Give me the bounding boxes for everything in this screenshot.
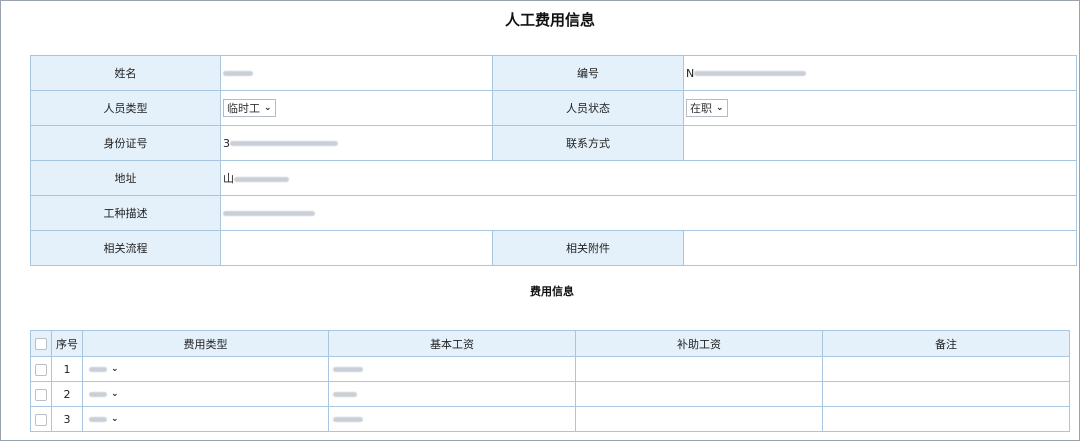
- row-checkbox[interactable]: [35, 363, 47, 376]
- fee-section-title: 费用信息: [530, 285, 574, 298]
- process-label: 相关流程: [30, 230, 221, 266]
- fee-type-cell: ⌄: [82, 381, 329, 407]
- chevron-down-icon: ⌄: [111, 414, 119, 424]
- redacted-number: [694, 71, 807, 76]
- id-prefix: 3: [223, 136, 230, 150]
- id-value: 3: [220, 125, 493, 161]
- row-select-cell: [30, 381, 52, 407]
- contact-value[interactable]: [683, 125, 1077, 161]
- personnel-type-select[interactable]: 临时工 ⌄: [223, 99, 276, 117]
- table-row: 1 ⌄: [30, 356, 1070, 382]
- col-header-basic-salary: 基本工资: [328, 330, 576, 357]
- fee-type-select[interactable]: ⌄: [87, 386, 121, 402]
- subsidy-cell[interactable]: [575, 356, 823, 382]
- page-title: 人工费用信息: [504, 11, 595, 29]
- basic-salary-cell[interactable]: [328, 356, 576, 382]
- fee-type-cell: ⌄: [82, 406, 329, 432]
- row-checkbox[interactable]: [35, 388, 47, 401]
- remark-cell[interactable]: [822, 381, 1070, 407]
- address-value: 山: [220, 160, 1077, 196]
- basic-salary-cell[interactable]: [328, 406, 576, 432]
- redacted-fee-type: [89, 366, 107, 372]
- col-header-no: 序号: [51, 330, 83, 357]
- id-label: 身份证号: [30, 125, 221, 161]
- subsidy-cell[interactable]: [575, 381, 823, 407]
- row-address: 地址 山: [30, 160, 1077, 196]
- address-label: 地址: [30, 160, 221, 196]
- job-value: [220, 195, 1077, 231]
- process-value[interactable]: [220, 230, 493, 266]
- status-value-cell: 在职 ⌄: [683, 90, 1077, 126]
- attachment-label: 相关附件: [492, 230, 684, 266]
- table-row: 3 ⌄: [30, 406, 1070, 432]
- redacted-fee-type: [89, 391, 107, 397]
- remark-cell[interactable]: [822, 406, 1070, 432]
- row-no: 2: [51, 381, 83, 407]
- fee-type-select[interactable]: ⌄: [87, 411, 121, 427]
- col-header-fee-type: 费用类型: [82, 330, 329, 357]
- redacted-basic-salary: [333, 417, 363, 422]
- redacted-basic-salary: [333, 392, 357, 397]
- personnel-status-select[interactable]: 在职 ⌄: [686, 99, 728, 117]
- row-job: 工种描述: [30, 195, 1077, 231]
- redacted-name: [223, 71, 253, 76]
- number-prefix: N: [686, 66, 695, 80]
- name-value: [220, 55, 493, 91]
- col-header-subsidy: 补助工资: [575, 330, 823, 357]
- col-header-remark: 备注: [822, 330, 1070, 357]
- table-row: 2 ⌄: [30, 381, 1070, 407]
- personnel-type-selected: 临时工: [227, 102, 260, 115]
- number-label: 编号: [492, 55, 684, 91]
- row-no: 3: [51, 406, 83, 432]
- row-checkbox[interactable]: [35, 413, 47, 426]
- redacted-address: [234, 176, 289, 182]
- redacted-id: [230, 141, 338, 146]
- fee-table-header: 序号 费用类型 基本工资 补助工资 备注: [30, 330, 1070, 357]
- personnel-status-selected: 在职: [690, 102, 712, 115]
- redacted-job: [223, 211, 315, 216]
- redacted-basic-salary: [333, 367, 363, 372]
- address-prefix: 山: [223, 172, 234, 185]
- personnel-info-table: 姓名 编号 N 人员类型 临时工 ⌄ 人员状态 在职 ⌄ 身份证号 3 联系方式…: [30, 55, 1077, 266]
- select-all-checkbox[interactable]: [35, 338, 47, 350]
- fee-type-select[interactable]: ⌄: [87, 361, 121, 377]
- fee-table: 序号 费用类型 基本工资 补助工资 备注 1 ⌄ 2 ⌄ 3 ⌄: [30, 330, 1070, 432]
- row-select-cell: [30, 406, 52, 432]
- row-id-contact: 身份证号 3 联系方式: [30, 125, 1077, 161]
- row-process-attachment: 相关流程 相关附件: [30, 230, 1077, 266]
- fee-type-cell: ⌄: [82, 356, 329, 382]
- row-name-number: 姓名 编号 N: [30, 55, 1077, 91]
- attachment-value[interactable]: [683, 230, 1077, 266]
- select-all-cell: [30, 330, 52, 357]
- status-label: 人员状态: [492, 90, 684, 126]
- remark-cell[interactable]: [822, 356, 1070, 382]
- row-no: 1: [51, 356, 83, 382]
- row-type-status: 人员类型 临时工 ⌄ 人员状态 在职 ⌄: [30, 90, 1077, 126]
- basic-salary-cell[interactable]: [328, 381, 576, 407]
- type-label: 人员类型: [30, 90, 221, 126]
- name-label: 姓名: [30, 55, 221, 91]
- chevron-down-icon: ⌄: [111, 389, 119, 399]
- subsidy-cell[interactable]: [575, 406, 823, 432]
- chevron-down-icon: ⌄: [111, 364, 119, 374]
- contact-label: 联系方式: [492, 125, 684, 161]
- type-value-cell: 临时工 ⌄: [220, 90, 493, 126]
- job-label: 工种描述: [30, 195, 221, 231]
- row-select-cell: [30, 356, 52, 382]
- redacted-fee-type: [89, 416, 107, 422]
- chevron-down-icon: ⌄: [264, 103, 272, 113]
- chevron-down-icon: ⌄: [716, 103, 724, 113]
- number-value: N: [683, 55, 1077, 91]
